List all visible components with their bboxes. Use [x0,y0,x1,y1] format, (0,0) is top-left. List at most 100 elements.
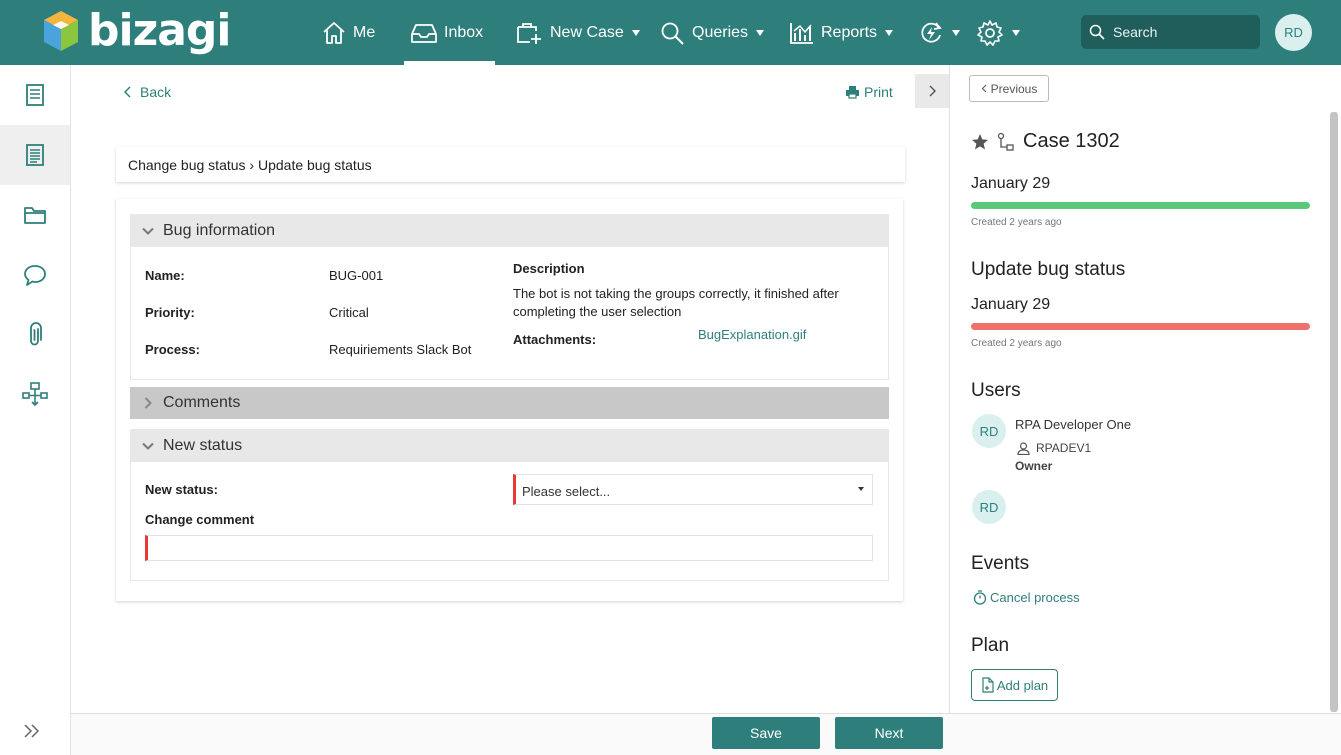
folder-icon [24,207,46,224]
print-button[interactable]: Print [845,84,893,100]
attachments-label: Attachments: [513,332,597,347]
nav-reports[interactable]: Reports [789,0,894,65]
nav-new-case[interactable]: New Case [516,0,640,65]
breadcrumb: Change bug status › Update bug status [116,147,905,182]
group-comments[interactable]: Comments [130,387,889,419]
form-icon [26,84,44,106]
priority-label: Priority: [145,305,195,320]
rail-comments[interactable] [0,245,70,305]
printer-icon [846,86,859,99]
group-bug-information-title: Bug information [163,221,276,239]
rail-list[interactable] [0,125,70,185]
process-label: Process: [145,342,200,357]
rail-process-map[interactable] [0,365,70,425]
workflow-icon [997,132,1014,151]
panel-scrollbar[interactable] [1330,112,1338,712]
task-created: Created 2 years ago [971,338,1062,349]
toggle-panel-button[interactable] [915,74,949,108]
nav-reports-label: Reports [821,23,878,41]
process-map-icon [22,382,48,407]
next-button[interactable]: Next [835,717,943,749]
cancel-process-label: Cancel process [990,590,1080,605]
task-progress-bar [971,323,1310,330]
new-case-caret-icon [631,29,640,36]
new-status-select-value: Please select... [522,484,611,499]
description-label: Description [513,261,585,276]
bizagi-logo[interactable]: bizagi [42,5,231,57]
user-avatar[interactable]: RD [972,414,1006,448]
nav-queries[interactable]: Queries [660,0,765,65]
refresh-bolt-icon [921,21,942,43]
save-button[interactable]: Save [712,717,820,749]
user-avatar[interactable]: RD [1275,14,1312,51]
person-icon [1017,441,1030,455]
left-rail [0,65,71,755]
name-value: BUG-001 [329,268,384,283]
nav-me[interactable]: Me [321,0,375,65]
group-new-status[interactable]: New status [130,429,889,462]
nav-me-label: Me [353,23,376,41]
user-id-text: RPADEV1 [1036,441,1092,455]
rail-attachments[interactable] [0,305,70,365]
chevron-down-icon [137,220,159,242]
double-chevron-icon [24,724,40,738]
previous-button[interactable]: Previous [969,75,1049,102]
search-input[interactable] [1113,24,1243,40]
add-document-icon [982,677,994,693]
rail-folder[interactable] [0,185,70,245]
case-header: Case 1302 [971,130,1120,153]
nav-settings[interactable] [976,0,1020,65]
attachment-icon [30,322,42,346]
search-box[interactable] [1081,15,1260,49]
activity-caret-icon [952,29,960,36]
plan-title: Plan [971,635,1010,656]
reports-caret-icon [885,29,894,36]
back-label: Back [140,84,172,100]
chevron-right-icon [137,392,159,414]
new-status-label: New status: [145,482,218,497]
settings-caret-icon [1012,29,1020,36]
search-icon [661,22,684,45]
new-status-select[interactable]: Please select... [513,474,873,505]
user-avatar[interactable]: RD [972,490,1006,524]
attachment-file-link[interactable]: BugExplanation.gif [698,327,806,342]
add-plan-button[interactable]: Add plan [971,669,1058,701]
footer-bar [71,713,1341,755]
user-id: RPADEV1 [1017,441,1091,455]
events-title: Events [971,553,1030,574]
nav-new-case-label: New Case [550,23,624,41]
rail-expand[interactable] [22,721,42,741]
user-role: Owner [1015,459,1053,473]
queries-caret-icon [756,29,765,36]
back-link[interactable]: Back [124,84,171,100]
inbox-icon [411,23,437,43]
nav-inbox[interactable]: Inbox [403,0,496,65]
group-new-status-title: New status [163,436,243,454]
search-icon [1089,24,1105,40]
task-title: Update bug status [971,259,1126,280]
group-bug-information[interactable]: Bug information [130,214,889,247]
change-comment-input[interactable] [145,535,873,561]
previous-label: Previous [990,81,1038,96]
case-created: Created 2 years ago [971,217,1062,228]
group-comments-title: Comments [163,394,241,411]
chevron-left-icon [981,84,987,93]
priority-value: Critical [329,305,369,320]
rail-form[interactable] [0,65,70,125]
print-label: Print [864,84,893,100]
task-date: January 29 [971,296,1051,313]
gear-icon [977,19,1003,46]
cancel-process-link[interactable]: Cancel process [973,590,1080,605]
nav-activity[interactable] [918,0,960,65]
case-progress-bar [971,202,1310,209]
case-date: January 29 [971,175,1051,192]
top-bar: bizagi Me Inbox New Case Queries Reports… [0,0,1341,65]
star-icon[interactable] [971,133,989,151]
chevron-down-icon [137,435,159,457]
name-label: Name: [145,268,185,283]
user-name: RPA Developer One [1015,417,1132,432]
case-title: Case 1302 [1023,130,1120,152]
bizagi-cube-icon [44,11,78,51]
stopwatch-icon [973,590,987,605]
nav-queries-label: Queries [692,23,749,41]
